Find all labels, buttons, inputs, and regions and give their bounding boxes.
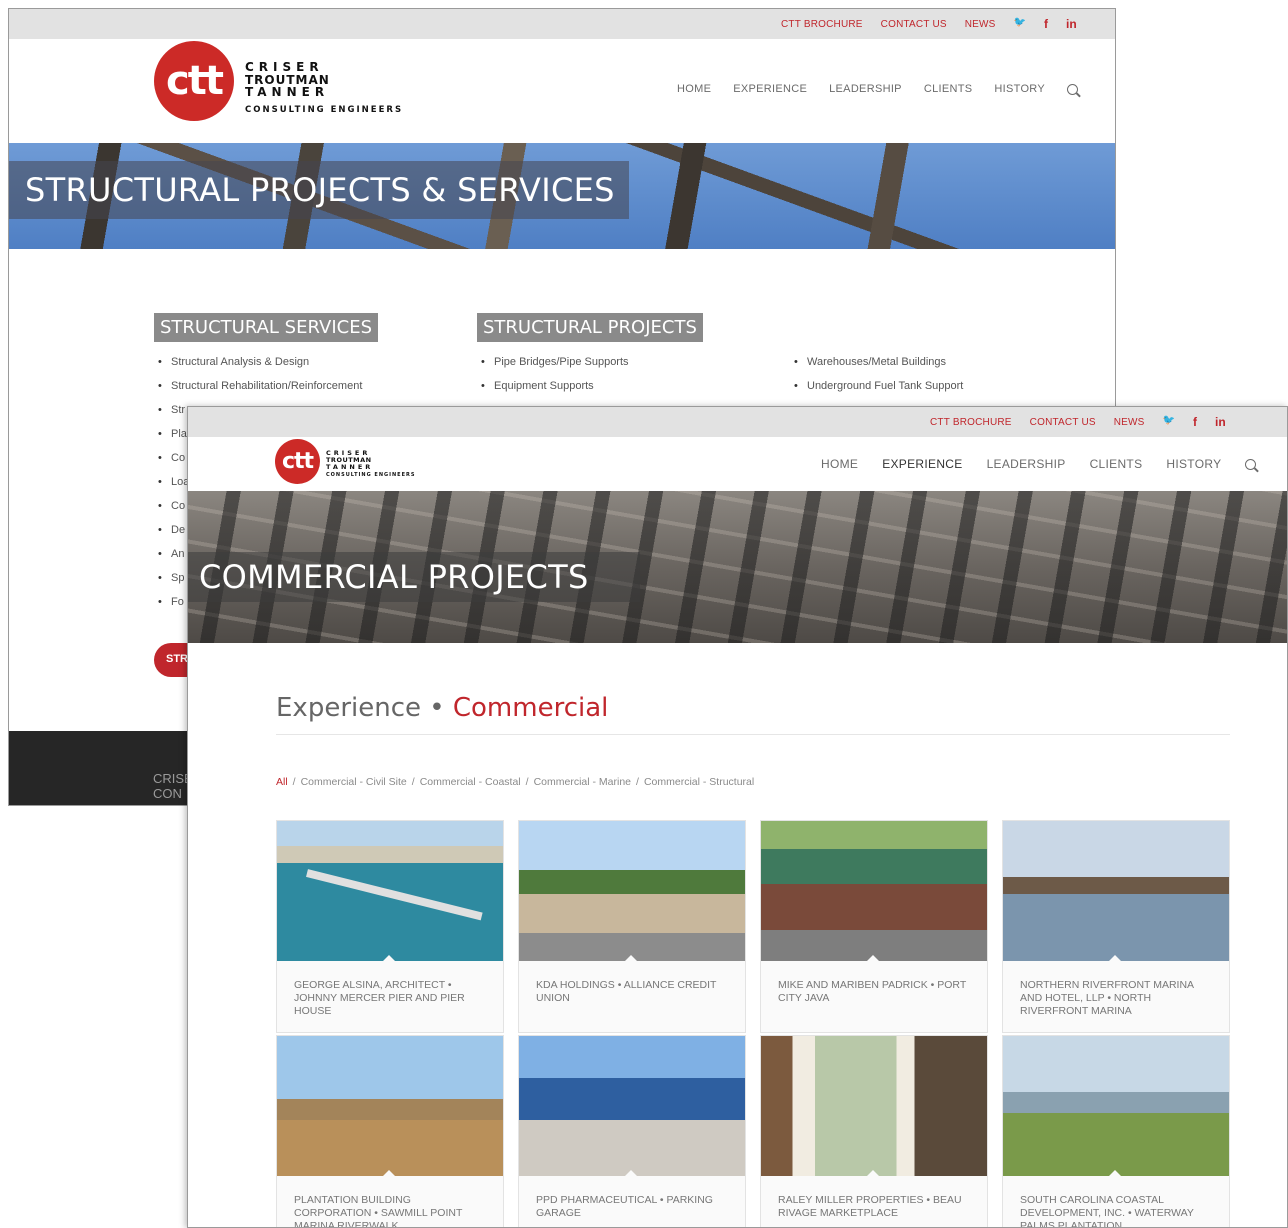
list-item: Structural Analysis & Design bbox=[156, 356, 362, 380]
project-photo-marina-hotel[interactable] bbox=[1003, 821, 1229, 961]
ctt-logo-icon[interactable]: ctt bbox=[275, 439, 320, 484]
logo-mark: ctt bbox=[281, 449, 314, 474]
project-caption[interactable]: KDA HOLDINGS • ALLIANCE CREDIT UNION bbox=[519, 961, 745, 1005]
logo-line-criser: CRISER bbox=[245, 60, 324, 74]
facebook-icon[interactable]: f bbox=[1044, 17, 1048, 31]
project-card[interactable]: PLANTATION BUILDING CORPORATION • SAWMIL… bbox=[276, 1035, 504, 1227]
linkedin-icon[interactable]: in bbox=[1215, 415, 1226, 429]
project-photo-parking-garage[interactable] bbox=[519, 1036, 745, 1176]
nav-home[interactable]: HOME bbox=[677, 83, 711, 95]
breadcrumb-current: Commercial bbox=[452, 693, 609, 723]
twitter-icon[interactable]: 🐦 bbox=[1163, 415, 1175, 429]
projects-list-col2: Warehouses/Metal Buildings Underground F… bbox=[792, 356, 963, 404]
project-card[interactable]: RALEY MILLER PROPERTIES • BEAU RIVAGE MA… bbox=[760, 1035, 988, 1227]
logo-line-tanner: TANNER bbox=[326, 462, 374, 471]
filter-commercial-structural[interactable]: Commercial - Structural bbox=[644, 776, 754, 788]
project-photo-waterway[interactable] bbox=[1003, 1036, 1229, 1176]
logo-wordmark: CRISER TROUTMAN TANNER CONSULTING ENGINE… bbox=[326, 450, 415, 479]
ctt-brochure-link[interactable]: CTT BROCHURE bbox=[781, 19, 863, 30]
breadcrumb-separator: • bbox=[429, 693, 445, 723]
filter-all[interactable]: All bbox=[276, 776, 288, 788]
search-icon[interactable] bbox=[1245, 458, 1257, 470]
project-photo-riverwalk[interactable] bbox=[277, 1036, 503, 1176]
project-caption[interactable]: SOUTH CAROLINA COASTAL DEVELOPMENT, INC.… bbox=[1003, 1176, 1229, 1227]
logo-wordmark: CRISER TROUTMAN TANNER CONSULTING ENGINE… bbox=[245, 61, 403, 115]
project-caption[interactable]: MIKE AND MARIBEN PADRICK • PORT CITY JAV… bbox=[761, 961, 987, 1005]
breadcrumb-parent[interactable]: Experience bbox=[276, 693, 421, 723]
hero-title: STRUCTURAL PROJECTS & SERVICES bbox=[25, 171, 615, 209]
logo-tagline: CONSULTING ENGINEERS bbox=[245, 104, 404, 115]
list-item: Equipment Supports bbox=[479, 380, 629, 404]
social-links: 🐦 f in bbox=[1014, 17, 1077, 31]
nav-experience[interactable]: EXPERIENCE bbox=[882, 457, 962, 471]
nav-history[interactable]: HISTORY bbox=[1166, 457, 1221, 471]
top-utility-bar: CTT BROCHURE CONTACT US NEWS 🐦 f in bbox=[188, 407, 1287, 437]
filter-separator: / bbox=[525, 776, 529, 788]
logo-mark: ctt bbox=[166, 58, 224, 104]
news-link[interactable]: NEWS bbox=[1114, 417, 1145, 428]
search-icon[interactable] bbox=[1067, 83, 1078, 95]
project-caption[interactable]: PPD PHARMACEUTICAL • PARKING GARAGE bbox=[519, 1176, 745, 1220]
project-grid: GEORGE ALSINA, ARCHITECT • JOHNNY MERCER… bbox=[276, 820, 1230, 1227]
list-item: Structural Rehabilitation/Reinforcement bbox=[156, 380, 362, 404]
nav-home[interactable]: HOME bbox=[821, 457, 858, 471]
nav-clients[interactable]: CLIENTS bbox=[1090, 457, 1143, 471]
facebook-icon[interactable]: f bbox=[1193, 415, 1197, 429]
linkedin-icon[interactable]: in bbox=[1066, 17, 1077, 31]
filter-commercial-civil-site[interactable]: Commercial - Civil Site bbox=[301, 776, 407, 788]
nav-clients[interactable]: CLIENTS bbox=[924, 83, 973, 95]
project-card[interactable]: GEORGE ALSINA, ARCHITECT • JOHNNY MERCER… bbox=[276, 820, 504, 1033]
contact-us-link[interactable]: CONTACT US bbox=[881, 19, 947, 30]
nav-leadership[interactable]: LEADERSHIP bbox=[829, 83, 902, 95]
main-nav: HOME EXPERIENCE LEADERSHIP CLIENTS HISTO… bbox=[821, 457, 1257, 471]
project-caption[interactable]: PLANTATION BUILDING CORPORATION • SAWMIL… bbox=[277, 1176, 503, 1227]
news-link[interactable]: NEWS bbox=[965, 19, 996, 30]
project-card[interactable]: SOUTH CAROLINA COASTAL DEVELOPMENT, INC.… bbox=[1002, 1035, 1230, 1227]
project-card[interactable]: MIKE AND MARIBEN PADRICK • PORT CITY JAV… bbox=[760, 820, 988, 1033]
list-item: Underground Fuel Tank Support bbox=[792, 380, 963, 404]
category-filter-bar: All / Commercial - Civil Site / Commerci… bbox=[276, 776, 754, 788]
nav-history[interactable]: HISTORY bbox=[994, 83, 1045, 95]
main-nav: HOME EXPERIENCE LEADERSHIP CLIENTS HISTO… bbox=[677, 83, 1078, 95]
structural-services-heading: STRUCTURAL SERVICES bbox=[154, 313, 378, 342]
project-card[interactable]: PPD PHARMACEUTICAL • PARKING GARAGE bbox=[518, 1035, 746, 1227]
nav-experience[interactable]: EXPERIENCE bbox=[733, 83, 807, 95]
projects-list-col1: Pipe Bridges/Pipe Supports Equipment Sup… bbox=[479, 356, 629, 404]
logo-line-tanner: TANNER bbox=[245, 85, 330, 100]
project-caption[interactable]: RALEY MILLER PROPERTIES • BEAU RIVAGE MA… bbox=[761, 1176, 987, 1220]
list-item: Warehouses/Metal Buildings bbox=[792, 356, 963, 380]
project-photo-credit-union[interactable] bbox=[519, 821, 745, 961]
project-photo-coffee-shop[interactable] bbox=[761, 821, 987, 961]
ctt-logo-icon[interactable]: ctt bbox=[154, 41, 234, 121]
project-caption[interactable]: GEORGE ALSINA, ARCHITECT • JOHNNY MERCER… bbox=[277, 961, 503, 1018]
project-card[interactable]: NORTHERN RIVERFRONT MARINA AND HOTEL, LL… bbox=[1002, 820, 1230, 1033]
social-links: 🐦 f in bbox=[1163, 415, 1226, 429]
structural-projects-heading: STRUCTURAL PROJECTS bbox=[477, 313, 703, 342]
project-caption[interactable]: NORTHERN RIVERFRONT MARINA AND HOTEL, LL… bbox=[1003, 961, 1229, 1018]
commercial-page-window: CTT BROCHURE CONTACT US NEWS 🐦 f in ctt … bbox=[187, 406, 1288, 1228]
filter-commercial-coastal[interactable]: Commercial - Coastal bbox=[420, 776, 521, 788]
list-item: Pipe Bridges/Pipe Supports bbox=[479, 356, 629, 380]
page-breadcrumb: Experience • Commercial bbox=[276, 693, 608, 723]
filter-separator: / bbox=[636, 776, 639, 788]
top-utility-bar: CTT BROCHURE CONTACT US NEWS 🐦 f in bbox=[9, 9, 1115, 39]
filter-separator: / bbox=[411, 776, 415, 788]
divider bbox=[276, 734, 1230, 735]
logo-tagline: CONSULTING ENGINEERS bbox=[326, 472, 416, 479]
contact-us-link[interactable]: CONTACT US bbox=[1030, 417, 1096, 428]
filter-separator: / bbox=[292, 776, 296, 788]
project-photo-pier[interactable] bbox=[277, 821, 503, 961]
ctt-brochure-link[interactable]: CTT BROCHURE bbox=[930, 417, 1012, 428]
project-photo-marketplace[interactable] bbox=[761, 1036, 987, 1176]
filter-commercial-marine[interactable]: Commercial - Marine bbox=[534, 776, 631, 788]
project-card[interactable]: KDA HOLDINGS • ALLIANCE CREDIT UNION bbox=[518, 820, 746, 1033]
twitter-icon[interactable]: 🐦 bbox=[1014, 17, 1026, 31]
hero-title: COMMERCIAL PROJECTS bbox=[199, 558, 589, 596]
nav-leadership[interactable]: LEADERSHIP bbox=[987, 457, 1066, 471]
